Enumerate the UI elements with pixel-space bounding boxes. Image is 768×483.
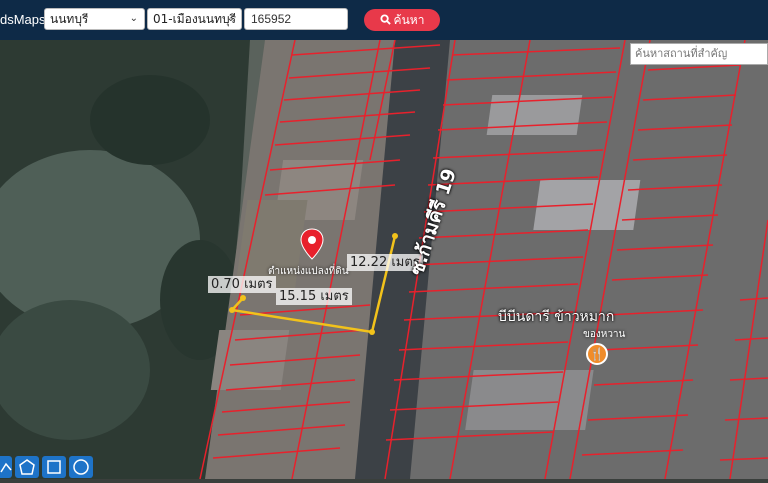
search-icon bbox=[380, 14, 391, 25]
measure-label-3: 0.70 เมตร bbox=[208, 276, 276, 293]
search-button-label: ค้นหา bbox=[393, 13, 425, 27]
place-label: บีบีนดารี ข้าวหมาก bbox=[498, 309, 615, 325]
map-view[interactable]: ตำแหน่งแปลงที่ดิน 12.22 เมตร 15.15 เมตร … bbox=[0, 40, 768, 479]
chevron-down-icon: ⌄ bbox=[129, 13, 138, 24]
province-select[interactable]: นนทบุรี ⌄ bbox=[44, 8, 145, 30]
place-search-input[interactable]: ค้นหาสถานที่สำคัญ bbox=[630, 43, 768, 65]
rectangle-icon[interactable] bbox=[42, 456, 66, 478]
deed-number-input[interactable]: 165952 bbox=[244, 8, 348, 30]
location-pin-icon[interactable] bbox=[300, 228, 324, 260]
draw-toolbar bbox=[0, 456, 93, 479]
place-sublabel: ของหวาน bbox=[583, 329, 626, 340]
pin-label: ตำแหน่งแปลงที่ดิน bbox=[268, 266, 349, 277]
province-value: นนทบุรี bbox=[50, 12, 89, 26]
district-value: 01-เมืองนนทบุรี bbox=[153, 12, 237, 26]
search-button[interactable]: ค้นหา bbox=[364, 9, 440, 31]
chevron-down-icon: ⌄ bbox=[226, 13, 235, 24]
top-bar: dsMaps นนทบุรี ⌄ 01-เมืองนนทบุรี ⌄ 16595… bbox=[0, 0, 768, 40]
district-select[interactable]: 01-เมืองนนทบุรี ⌄ bbox=[147, 8, 242, 30]
measure-label-2: 15.15 เมตร bbox=[276, 288, 352, 305]
polyline-icon[interactable] bbox=[0, 456, 12, 478]
restaurant-icon[interactable]: 🍴 bbox=[586, 343, 608, 365]
app-brand: dsMaps bbox=[0, 12, 46, 27]
polygon-icon[interactable] bbox=[15, 456, 39, 478]
circle-icon[interactable] bbox=[69, 456, 93, 478]
